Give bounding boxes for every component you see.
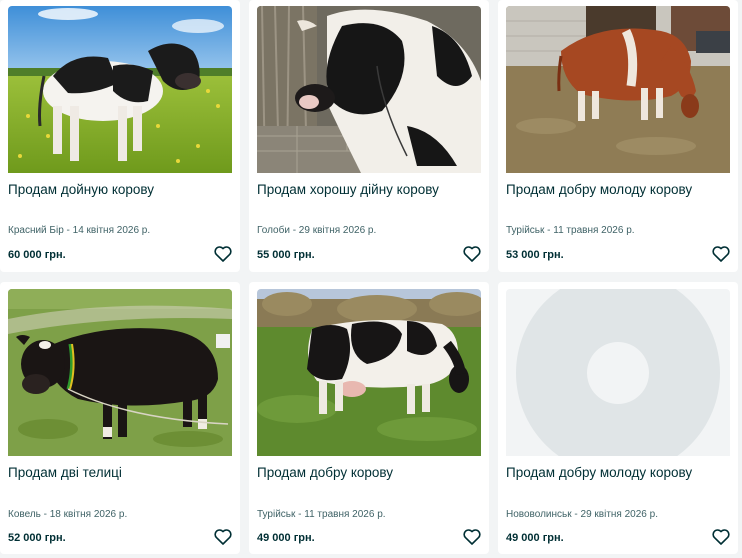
listing-location-date: Ковель - 18 квітня 2026 р. bbox=[8, 509, 128, 520]
heart-outline-icon bbox=[712, 246, 730, 262]
listing-photo[interactable] bbox=[506, 6, 730, 173]
listing-price: 49 000 грн. bbox=[506, 532, 564, 544]
listing-card[interactable]: Продам дві телиці Ковель - 18 квітня 202… bbox=[0, 282, 240, 554]
listing-photo[interactable] bbox=[8, 289, 232, 456]
heart-outline-icon bbox=[463, 246, 481, 262]
listing-price: 55 000 грн. bbox=[257, 249, 315, 261]
listing-card[interactable]: Продам добру молоду корову Нововолинськ … bbox=[498, 282, 738, 554]
listing-location-date: Нововолинськ - 29 квітня 2026 р. bbox=[506, 509, 658, 520]
listing-location-date: Турійськ - 11 травня 2026 р. bbox=[257, 509, 386, 520]
favorite-button[interactable] bbox=[213, 244, 233, 264]
heart-outline-icon bbox=[712, 529, 730, 545]
listing-location-date: Голоби - 29 квітня 2026 р. bbox=[257, 225, 377, 236]
listing-card[interactable]: Продам дойную корову Красний Бір - 14 кв… bbox=[0, 0, 240, 272]
listing-card[interactable]: Продам добру корову Турійськ - 11 травня… bbox=[249, 282, 489, 554]
listing-title[interactable]: Продам добру молоду корову bbox=[506, 464, 730, 481]
favorite-button[interactable] bbox=[711, 244, 731, 264]
heart-outline-icon bbox=[214, 246, 232, 262]
image-placeholder-icon bbox=[506, 289, 730, 456]
listing-title[interactable]: Продам хорошу дійну корову bbox=[257, 181, 481, 198]
listing-location-date: Турійськ - 11 травня 2026 р. bbox=[506, 225, 635, 236]
favorite-button[interactable] bbox=[213, 527, 233, 547]
listing-title[interactable]: Продам добру корову bbox=[257, 464, 481, 481]
listing-grid: Продам дойную корову Красний Бір - 14 кв… bbox=[0, 0, 742, 558]
listing-photo[interactable] bbox=[506, 289, 730, 456]
listing-card[interactable]: Продам добру молоду корову Турійськ - 11… bbox=[498, 0, 738, 272]
listing-title[interactable]: Продам добру молоду корову bbox=[506, 181, 730, 198]
listing-title[interactable]: Продам дві телиці bbox=[8, 464, 232, 481]
favorite-button[interactable] bbox=[711, 527, 731, 547]
heart-outline-icon bbox=[214, 529, 232, 545]
listing-photo[interactable] bbox=[257, 289, 481, 456]
listing-price: 52 000 грн. bbox=[8, 532, 66, 544]
listing-price: 49 000 грн. bbox=[257, 532, 315, 544]
listing-price: 60 000 грн. bbox=[8, 249, 66, 261]
listing-price: 53 000 грн. bbox=[506, 249, 564, 261]
listing-title[interactable]: Продам дойную корову bbox=[8, 181, 232, 198]
listing-photo[interactable] bbox=[8, 6, 232, 173]
listing-photo[interactable] bbox=[257, 6, 481, 173]
favorite-button[interactable] bbox=[462, 527, 482, 547]
listing-card[interactable]: Продам хорошу дійну корову Голоби - 29 к… bbox=[249, 0, 489, 272]
heart-outline-icon bbox=[463, 529, 481, 545]
favorite-button[interactable] bbox=[462, 244, 482, 264]
listing-location-date: Красний Бір - 14 квітня 2026 р. bbox=[8, 225, 151, 236]
